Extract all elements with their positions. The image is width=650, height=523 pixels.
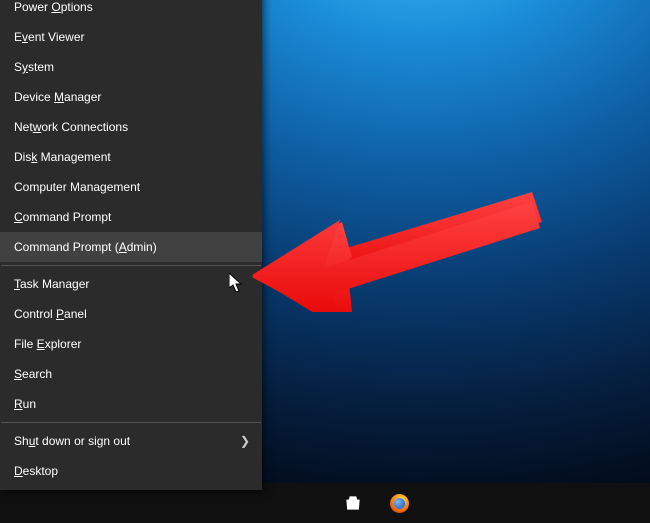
menu-item-label: Disk Management [14, 150, 111, 164]
menu-item-disk-management[interactable]: Disk Management [0, 142, 262, 172]
menu-item-label: Search [14, 367, 52, 381]
menu-item-label: Computer Management [14, 180, 140, 194]
menu-item-label: Task Manager [14, 277, 89, 291]
menu-item-label: Command Prompt [14, 210, 111, 224]
menu-separator [1, 422, 261, 423]
taskbar-app-store[interactable] [330, 483, 376, 523]
menu-item-desktop[interactable]: Desktop [0, 456, 262, 486]
menu-item-computer-management[interactable]: Computer Management [0, 172, 262, 202]
menu-item-search[interactable]: Search [0, 359, 262, 389]
taskbar-app-firefox[interactable] [376, 483, 422, 523]
menu-item-system[interactable]: System [0, 52, 262, 82]
menu-item-label: Run [14, 397, 36, 411]
menu-item-task-manager[interactable]: Task Manager [0, 269, 262, 299]
menu-item-label: Shut down or sign out [14, 434, 130, 448]
menu-item-device-manager[interactable]: Device Manager [0, 82, 262, 112]
chevron-right-icon: ❯ [240, 426, 250, 456]
menu-item-label: System [14, 60, 54, 74]
menu-item-file-explorer[interactable]: File Explorer [0, 329, 262, 359]
menu-item-label: File Explorer [14, 337, 81, 351]
winx-context-menu: Power Options Event Viewer System Device Ma… [0, 0, 262, 490]
menu-item-power-options[interactable]: Power Options [0, 0, 262, 22]
menu-item-network-connections[interactable]: Network Connections [0, 112, 262, 142]
firefox-icon [390, 494, 409, 513]
menu-item-label: Device Manager [14, 90, 101, 104]
menu-item-command-prompt-admin[interactable]: Command Prompt (Admin) [0, 232, 262, 262]
menu-item-label: Network Connections [14, 120, 128, 134]
menu-item-event-viewer[interactable]: Event Viewer [0, 22, 262, 52]
menu-item-run[interactable]: Run [0, 389, 262, 419]
menu-separator [1, 265, 261, 266]
menu-item-label: Power Options [14, 0, 93, 14]
menu-item-label: Control Panel [14, 307, 87, 321]
menu-item-shut-down-or-sign-out[interactable]: Shut down or sign out ❯ [0, 426, 262, 456]
menu-item-label: Event Viewer [14, 30, 85, 44]
menu-item-label: Desktop [14, 464, 58, 478]
menu-item-control-panel[interactable]: Control Panel [0, 299, 262, 329]
menu-item-label: Command Prompt (Admin) [14, 240, 157, 254]
store-icon [343, 493, 363, 513]
menu-item-command-prompt[interactable]: Command Prompt [0, 202, 262, 232]
